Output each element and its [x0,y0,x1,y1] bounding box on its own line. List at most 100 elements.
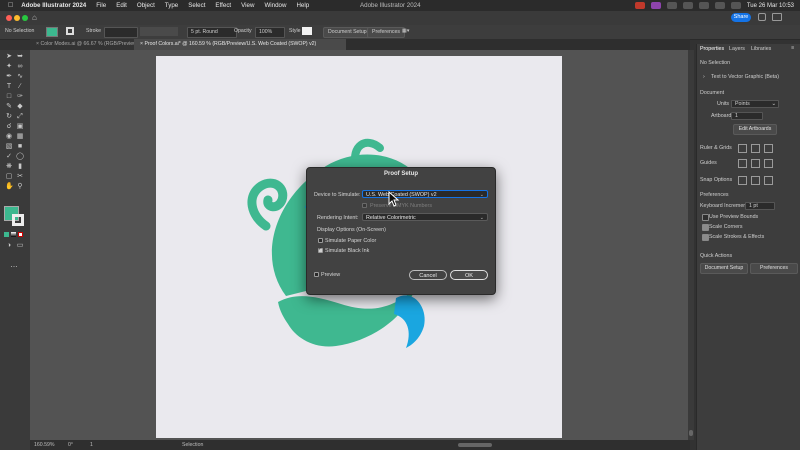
share-button[interactable]: Share [731,13,751,22]
use-preview-bounds-checkbox[interactable] [702,214,709,221]
stroke-label[interactable]: Stroke [86,27,101,36]
minimize-window-icon[interactable] [14,15,20,21]
curvature-icon[interactable]: ∿ [16,73,24,81]
slice-tool-icon[interactable]: ✂ [16,173,24,181]
menu-edit[interactable]: Edit [116,2,127,9]
menu-app-name[interactable]: Adobe Illustrator 2024 [21,2,86,9]
arrange-docs-icon[interactable] [772,13,782,21]
vertical-scrollbar[interactable] [688,50,694,440]
stroke-weight-field[interactable] [104,27,138,38]
stroke-color-icon[interactable] [12,214,24,226]
text-to-vector-label[interactable]: Text to Vector Graphic (Beta) [711,74,779,80]
preview-checkbox[interactable] [314,272,319,277]
artboard-dropdown[interactable]: 1 [731,112,763,120]
pen-tool-icon[interactable]: ✒ [5,73,13,81]
none-mode-icon[interactable] [18,232,23,237]
selection-tool-icon[interactable]: ➤ [5,53,13,61]
direct-selection-icon[interactable]: ➥ [16,53,24,61]
mesh-tool-icon[interactable]: ▧ [5,143,13,151]
gradient-mode-icon[interactable] [11,232,16,237]
tab-libraries[interactable]: Libraries [751,46,771,52]
device-dropdown[interactable]: U.S. Web Coated (SWOP) v2 ⌄ [362,190,488,198]
close-window-icon[interactable] [6,15,12,21]
tab-proof-colors[interactable]: × Proof Colors.ai* @ 160.59 % (RGB/Previ… [134,39,346,50]
menu-file[interactable]: File [96,2,106,9]
search-help-icon[interactable] [758,13,766,21]
perspective-icon[interactable]: ▦ [16,133,24,141]
menu-object[interactable]: Object [137,2,155,9]
units-dropdown[interactable]: Points ⌄ [731,100,779,108]
battery-icon[interactable] [682,2,693,9]
current-tool[interactable]: Selection [182,442,203,448]
eyedropper-icon[interactable]: ✓ [5,153,13,161]
preferences-panel-button[interactable]: Preferences [750,263,798,274]
free-transform-icon[interactable]: ▣ [16,123,24,131]
preserve-cmyk-checkbox[interactable] [362,203,367,208]
document-setup-button[interactable]: Document Setup [323,27,372,38]
graph-tool-icon[interactable]: ▮ [16,163,24,171]
preferences-button[interactable]: Preferences [367,27,405,38]
snap-to-glyph-icon[interactable] [764,176,773,185]
type-tool-icon[interactable]: T [5,83,13,91]
scale-strokes-checkbox[interactable] [702,234,709,241]
app-status-icon[interactable] [650,2,661,9]
home-icon[interactable]: ⌂ [32,13,37,22]
menu-select[interactable]: Select [188,2,205,9]
more-tools-icon[interactable]: ⋯ [10,264,18,272]
magic-wand-icon[interactable]: ✦ [5,63,13,71]
search-icon[interactable] [714,2,725,9]
edit-artboards-button[interactable]: Edit Artboards [733,124,777,135]
menu-view[interactable]: View [241,2,254,9]
tab-color-modes[interactable]: × Color Modes.ai @ 66.67 % (RGB/Preview) [30,39,140,50]
tab-layers[interactable]: Layers [729,46,745,52]
gradient-tool-icon[interactable]: ■ [16,143,24,151]
grid-icon[interactable] [751,144,760,153]
menu-window[interactable]: Window [264,2,286,9]
apple-icon[interactable]:  [8,2,13,9]
eraser-icon[interactable]: ◆ [16,103,24,111]
vertical-scroll-thumb[interactable] [689,430,693,436]
rectangle-tool-icon[interactable]: □ [5,93,13,101]
line-tool-icon[interactable]: ∕ [16,83,24,91]
control-center-icon[interactable] [730,2,741,9]
snap-to-pixel-icon[interactable] [751,176,760,185]
tab-properties[interactable]: Properties [700,46,724,52]
arrange-icon[interactable]: ▦▾ [402,27,410,36]
shape-builder-icon[interactable]: ◉ [5,133,13,141]
rendering-intent-dropdown[interactable]: Relative Colorimetric ⌄ [362,213,488,221]
scale-corners-checkbox[interactable] [702,224,709,231]
shaper-icon[interactable]: ✎ [5,103,13,111]
paintbrush-icon[interactable]: ✑ [16,93,24,101]
horizontal-scroll-thumb[interactable] [458,443,492,447]
style-label[interactable]: Style [289,27,301,36]
screen-mode-icon[interactable]: ▭ [16,242,24,250]
zoom-tool-icon[interactable]: ⚲ [16,183,24,191]
hand-tool-icon[interactable]: ✋ [5,183,14,191]
warp-tool-icon[interactable]: ☌ [5,123,13,131]
panel-menu-icon[interactable]: ≡ [791,45,794,51]
display-icon[interactable] [666,2,677,9]
smart-guides-icon[interactable] [764,159,773,168]
opacity-field[interactable]: 100% [255,27,285,38]
draw-mode-icon[interactable]: ◑ [5,242,13,250]
expand-chevron-icon[interactable]: › [703,74,705,80]
rotation-angle[interactable]: 0° [68,442,73,448]
keyboard-increment-field[interactable]: 1 pt [745,202,775,210]
rulers-icon[interactable] [738,144,747,153]
menu-effect[interactable]: Effect [215,2,231,9]
variable-width-field[interactable] [140,27,178,36]
lasso-icon[interactable]: ∞ [16,63,24,71]
menu-type[interactable]: Type [165,2,178,9]
cancel-button[interactable]: Cancel [409,270,447,280]
artboard-tool-icon[interactable]: ▢ [5,173,13,181]
wifi-icon[interactable] [698,2,709,9]
scale-tool-icon[interactable]: ⤢ [16,113,24,121]
lock-guides-icon[interactable] [751,159,760,168]
symbol-sprayer-icon[interactable]: ❋ [5,163,13,171]
clock[interactable]: Tue 26 Mar 10:53 [747,3,794,9]
transparency-grid-icon[interactable] [764,144,773,153]
document-setup-panel-button[interactable]: Document Setup [700,263,748,274]
stroke-swatch[interactable] [66,27,74,35]
simulate-paper-checkbox[interactable] [318,238,323,243]
rotate-tool-icon[interactable]: ↻ [5,113,13,121]
